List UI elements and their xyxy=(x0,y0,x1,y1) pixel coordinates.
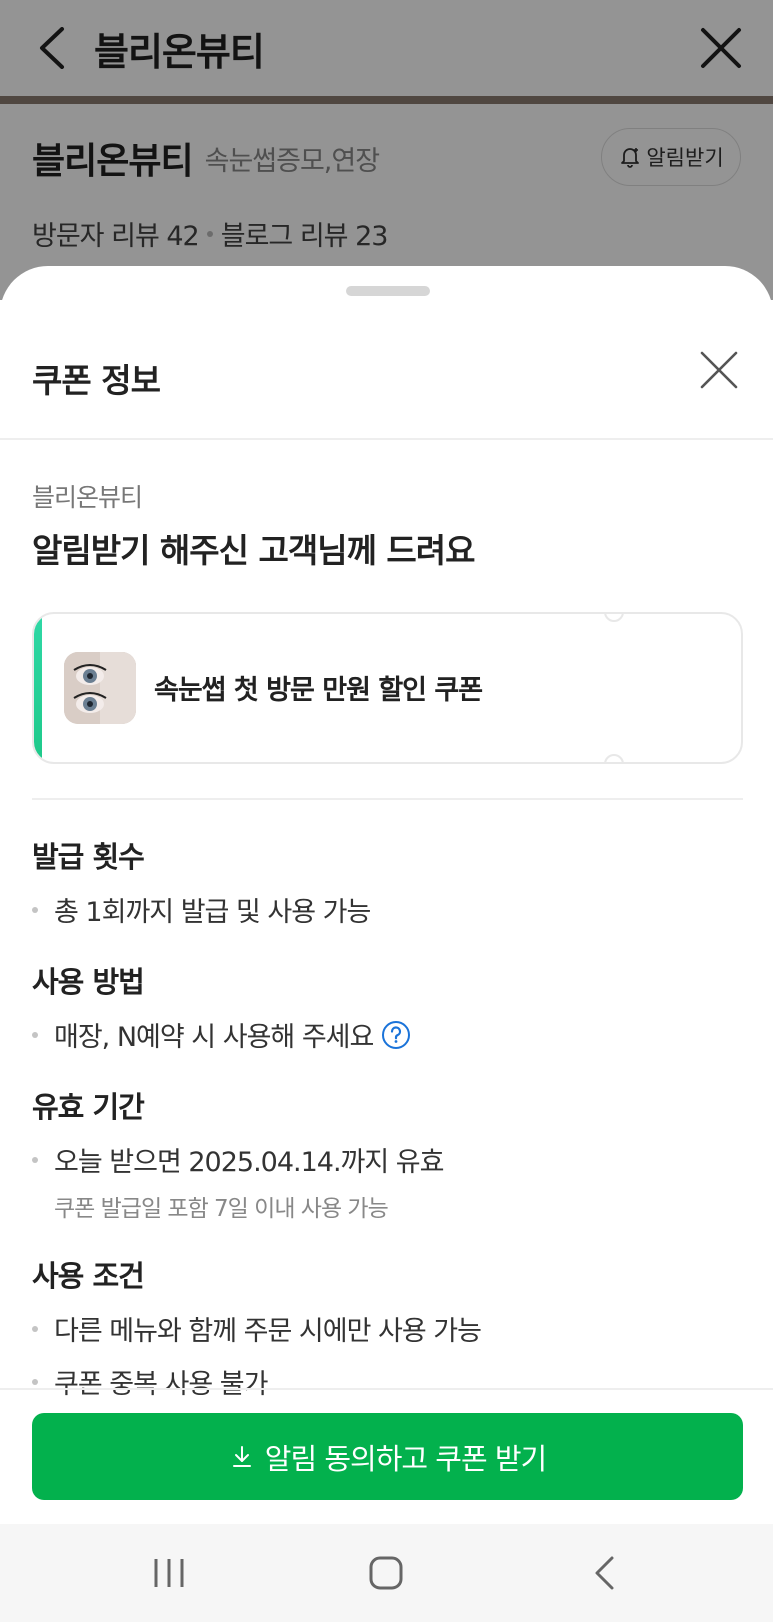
coupon-thumbnail xyxy=(64,652,136,724)
download-icon xyxy=(229,1444,255,1470)
coupon-title: 속눈썹 첫 방문 만원 할인 쿠폰 xyxy=(154,675,483,706)
sheet-title: 쿠폰 정보 xyxy=(32,361,161,400)
section-title: 발급 횟수 xyxy=(32,840,145,874)
sheet-header: 쿠폰 정보 xyxy=(32,351,741,402)
coupon-headline: 알림받기 해주신 고객님께 드려요 xyxy=(32,531,476,570)
bullet-dot xyxy=(32,1031,38,1038)
list-item-text: 쿠폰 중복 사용 불가 xyxy=(54,1369,268,1400)
nav-back-button[interactable] xyxy=(579,1550,629,1596)
section-title: 사용 조건 xyxy=(32,1259,145,1293)
sheet-content: 블리온뷰티 알림받기 해주신 고객님께 드려요 속눈썹 첫 방문 만원 할인 쿠… xyxy=(32,478,743,1401)
list-item-text: 다른 메뉴와 함께 주문 시에만 사용 가능 xyxy=(54,1316,482,1347)
help-icon[interactable] xyxy=(381,1020,411,1050)
background-page: 블리온뷰티 블리온뷰티 속눈썹증모,연장 알림받기 방문자 리뷰 42 블로그 … xyxy=(0,0,773,300)
bullet-dot xyxy=(32,906,38,913)
get-coupon-button-label: 알림 동의하고 쿠폰 받기 xyxy=(264,1441,547,1476)
list-item: 다른 메뉴와 함께 주문 시에만 사용 가능 xyxy=(32,1309,743,1348)
list-item: 쿠폰 중복 사용 불가 xyxy=(32,1362,743,1401)
coupon-notch xyxy=(604,614,624,622)
section-title: 사용 방법 xyxy=(32,965,145,999)
list-item-text: 매장, N예약 시 사용해 주세요 xyxy=(54,1022,374,1053)
system-navigation-bar xyxy=(0,1524,773,1622)
bullet-dot xyxy=(32,1325,38,1332)
home-icon xyxy=(369,1556,403,1590)
usage-section: 사용 방법 매장, N예약 시 사용해 주세요 xyxy=(32,959,743,1054)
list-item: 총 1회까지 발급 및 사용 가능 xyxy=(32,890,743,929)
coupon-notch xyxy=(604,754,624,762)
home-button[interactable] xyxy=(361,1550,411,1596)
conditions-section: 사용 조건 다른 메뉴와 함께 주문 시에만 사용 가능 쿠폰 중복 사용 불가 xyxy=(32,1253,743,1401)
dim-overlay[interactable] xyxy=(0,0,773,300)
drag-handle[interactable] xyxy=(346,286,430,296)
list-item: 매장, N예약 시 사용해 주세요 xyxy=(32,1015,743,1054)
coupon-shop-name: 블리온뷰티 xyxy=(32,483,143,512)
nav-back-icon xyxy=(595,1556,614,1590)
coupon-bottom-sheet: 쿠폰 정보 블리온뷰티 알림받기 해주신 고객님께 드려요 속눈썹 첫 방문 만… xyxy=(0,266,773,1524)
recent-apps-button[interactable] xyxy=(144,1550,194,1596)
list-item-text: 오늘 받으면 2025.04.14.까지 유효 xyxy=(54,1147,444,1178)
list-item: 오늘 받으면 2025.04.14.까지 유효 xyxy=(32,1140,743,1179)
sheet-close-button[interactable] xyxy=(699,350,739,390)
divider xyxy=(32,798,743,800)
bullet-dot xyxy=(32,1378,38,1385)
recent-apps-icon xyxy=(154,1559,184,1587)
coupon-accent-bar xyxy=(34,614,42,762)
footer-divider xyxy=(0,1388,773,1390)
issue-count-section: 발급 횟수 총 1회까지 발급 및 사용 가능 xyxy=(32,834,743,929)
get-coupon-button[interactable]: 알림 동의하고 쿠폰 받기 xyxy=(32,1413,743,1500)
validity-section: 유효 기간 오늘 받으면 2025.04.14.까지 유효 쿠폰 발급일 포함 … xyxy=(32,1084,743,1223)
bullet-dot xyxy=(32,1156,38,1163)
coupon-card: 속눈썹 첫 방문 만원 할인 쿠폰 xyxy=(32,612,743,764)
divider xyxy=(0,438,773,440)
validity-note: 쿠폰 발급일 포함 7일 이내 사용 가능 xyxy=(54,1196,389,1222)
list-item-text: 총 1회까지 발급 및 사용 가능 xyxy=(54,897,371,928)
close-icon xyxy=(700,351,738,389)
section-title: 유효 기간 xyxy=(32,1090,145,1124)
